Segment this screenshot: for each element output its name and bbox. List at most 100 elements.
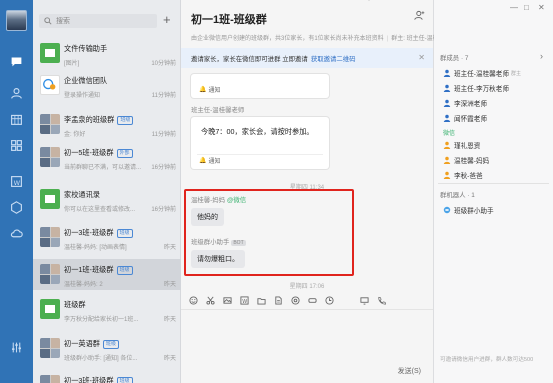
conversation-tag: 外部 xyxy=(116,148,133,158)
person-icon xyxy=(443,156,451,164)
send-button[interactable]: 发送(S) xyxy=(398,366,421,376)
conversation-item[interactable]: 初一英语群 班级 班级群小助手: [通知] 各位... 昨天 xyxy=(33,333,181,364)
notice-card-previous[interactable]: 🔔 通知 xyxy=(191,74,329,98)
conversation-item[interactable]: 初一1班-班级群 班级 温桂馨-妈妈: 2 昨天 xyxy=(33,259,181,290)
robot-item[interactable]: 班级群小助手 xyxy=(443,205,494,215)
conversation-preview: 当前群聊已不满，可以邀请... xyxy=(64,165,142,171)
person-icon xyxy=(443,114,451,122)
conversation-item[interactable]: 文件传输助手 [图片] 10分钟前 xyxy=(33,38,181,69)
user-avatar[interactable] xyxy=(6,10,27,31)
bell-icon: 🔔 xyxy=(199,87,207,93)
message-input[interactable]: 发送(S) xyxy=(181,309,433,383)
conversation-time: 11分钟前 xyxy=(151,93,176,99)
invite-qr-link[interactable]: 获取邀请二维码 xyxy=(311,54,356,63)
notice-label: 🔔 通知 xyxy=(199,158,221,165)
robot-icon xyxy=(443,206,451,214)
members-header: 群成员 · 7 xyxy=(440,55,469,62)
conversation-preview: 登录操作通知 xyxy=(64,93,101,99)
conversation-time: 10分钟前 xyxy=(151,61,176,67)
person-icon xyxy=(443,99,451,107)
app-window: W 搜索 + 文件传输助手 [图片] 10分钟前 企业微信团队 登录操作通知 11分钟前李… xyxy=(0,0,553,383)
close-button[interactable]: ✕ xyxy=(538,3,545,12)
calendar-icon[interactable] xyxy=(9,112,24,127)
member-item[interactable]: 班主任-李万秋老师 xyxy=(443,83,509,93)
bell-icon: 🔔 xyxy=(199,158,207,164)
word-icon[interactable]: W xyxy=(240,295,249,305)
search-input[interactable]: 搜索 xyxy=(39,14,157,28)
contacts-icon[interactable] xyxy=(9,86,24,101)
image-icon[interactable] xyxy=(223,296,232,305)
conversation-preview: 温桂馨-妈妈: [动画表情] xyxy=(64,245,127,251)
conversation-avatar xyxy=(40,147,60,167)
wechat-member-item[interactable]: 温桂馨-妈妈 xyxy=(443,155,489,165)
wechat-member-item[interactable]: 瑾礼恩资 xyxy=(443,140,480,150)
person-icon xyxy=(443,69,451,77)
robot-header: 群机器人 · 1 xyxy=(440,192,475,199)
svg-text:W: W xyxy=(14,179,21,187)
notice-card-2[interactable]: 今晚7：00，家长会，请按时参加。 🔔 通知 xyxy=(191,117,329,169)
conversation-name: 李孟泉的班级群 xyxy=(64,115,115,124)
conversation-name: 班级群 xyxy=(64,300,86,309)
member-item[interactable]: 班主任-温桂馨老师 群主 xyxy=(443,68,521,78)
workbench-icon[interactable] xyxy=(9,138,24,153)
conversation-avatar xyxy=(40,114,60,134)
emoji-icon[interactable] xyxy=(189,295,198,305)
members-more-icon[interactable]: › xyxy=(540,51,543,61)
member-name: 闻怀霞老师 xyxy=(454,116,487,123)
clock-icon[interactable] xyxy=(325,295,334,305)
cloud-icon[interactable] xyxy=(9,226,24,241)
minimize-button[interactable]: — xyxy=(510,3,518,12)
member-name: 温桂馨-妈妈 xyxy=(454,158,490,165)
conversation-avatar xyxy=(40,338,60,358)
phone-icon[interactable] xyxy=(377,296,386,305)
chat-subtitle: 由企业微信用户创建的班级群，共3位家长，有1位家长尚未补充本班资料 | 群主: 班主… xyxy=(191,36,457,42)
screen-share-icon[interactable] xyxy=(360,296,369,305)
notice-message: 今晚7：00，家长会，请按时参加。 xyxy=(201,127,314,136)
scissors-icon[interactable] xyxy=(206,296,215,305)
conversation-item[interactable]: 家校通讯录 你可以在这里查看或修改... 16分钟前 xyxy=(33,184,181,215)
conversation-time: 昨天 xyxy=(163,245,176,251)
conversation-name: 初一1班-班级群 xyxy=(64,265,114,274)
conversation-item[interactable]: 李孟泉的班级群 班级 金: 你好 11分钟前 xyxy=(33,109,181,140)
member-item[interactable]: 李深洲老师 xyxy=(443,98,487,108)
wechat-section-label: 微信 xyxy=(443,131,456,137)
chat-icon[interactable] xyxy=(9,54,24,69)
member-role: 群主 xyxy=(510,70,521,77)
wechat-member-item[interactable]: 李秋-爸爸 xyxy=(443,170,483,180)
conversation-time: 昨天 xyxy=(163,282,176,288)
maximize-button[interactable]: □ xyxy=(524,3,529,12)
conversation-time: 11分钟前 xyxy=(151,132,176,138)
folder-icon[interactable] xyxy=(257,296,266,305)
member-item[interactable]: 闻怀霞老师 xyxy=(443,113,487,123)
conversation-avatar xyxy=(40,189,60,209)
hexagon-app-icon[interactable] xyxy=(9,200,24,215)
conversation-preview: 班级群小助手: [通知] 各位... xyxy=(64,356,138,362)
member-name: 瑾礼恩资 xyxy=(454,143,481,150)
conversation-item[interactable]: 初一3班-班级群 班级 xyxy=(33,370,181,383)
members-panel: — □ ✕ 群成员 · 7 › 班主任-温桂馨老师 群主 班主任-李万秋老师李深洲老… xyxy=(434,0,553,383)
add-member-icon[interactable] xyxy=(414,10,425,24)
document-icon[interactable] xyxy=(274,295,283,305)
conversation-item[interactable]: 初一5班-班级群 外部 当前群聊已不满，可以邀请... 16分钟前 xyxy=(33,142,181,173)
conversation-item[interactable]: 企业微信团队 登录操作通知 11分钟前 xyxy=(33,70,181,101)
add-button[interactable]: + xyxy=(163,12,171,27)
svg-text:W: W xyxy=(242,298,247,304)
close-banner-icon[interactable]: ✕ xyxy=(418,53,425,62)
search-icon xyxy=(44,17,52,25)
conversation-tag: 班级 xyxy=(117,115,134,125)
member-name: 班主任-李万秋老师 xyxy=(454,86,509,93)
conversation-item[interactable]: 初一3班-班级群 班级 温桂馨-妈妈: [动画表情] 昨天 xyxy=(33,222,181,253)
person-icon xyxy=(443,141,451,149)
link-icon[interactable] xyxy=(308,296,317,305)
conversation-preview: [图片] xyxy=(64,61,80,67)
highlight-box xyxy=(184,189,354,276)
at-icon[interactable] xyxy=(291,295,300,305)
conversation-tag: 班级 xyxy=(116,265,133,275)
message-sender-1: 班主任-温桂馨老师 xyxy=(191,107,245,114)
word-doc-icon[interactable]: W xyxy=(9,174,24,189)
conversation-name: 家校通讯录 xyxy=(64,190,100,199)
settings-sliders-icon[interactable] xyxy=(9,340,24,355)
conversation-item[interactable]: 班级群 李万秋分配给家长初一1班... 昨天 xyxy=(33,294,181,325)
conversation-name: 企业微信团队 xyxy=(64,76,108,85)
timestamp-2: 星期四 17:06 xyxy=(289,284,325,290)
